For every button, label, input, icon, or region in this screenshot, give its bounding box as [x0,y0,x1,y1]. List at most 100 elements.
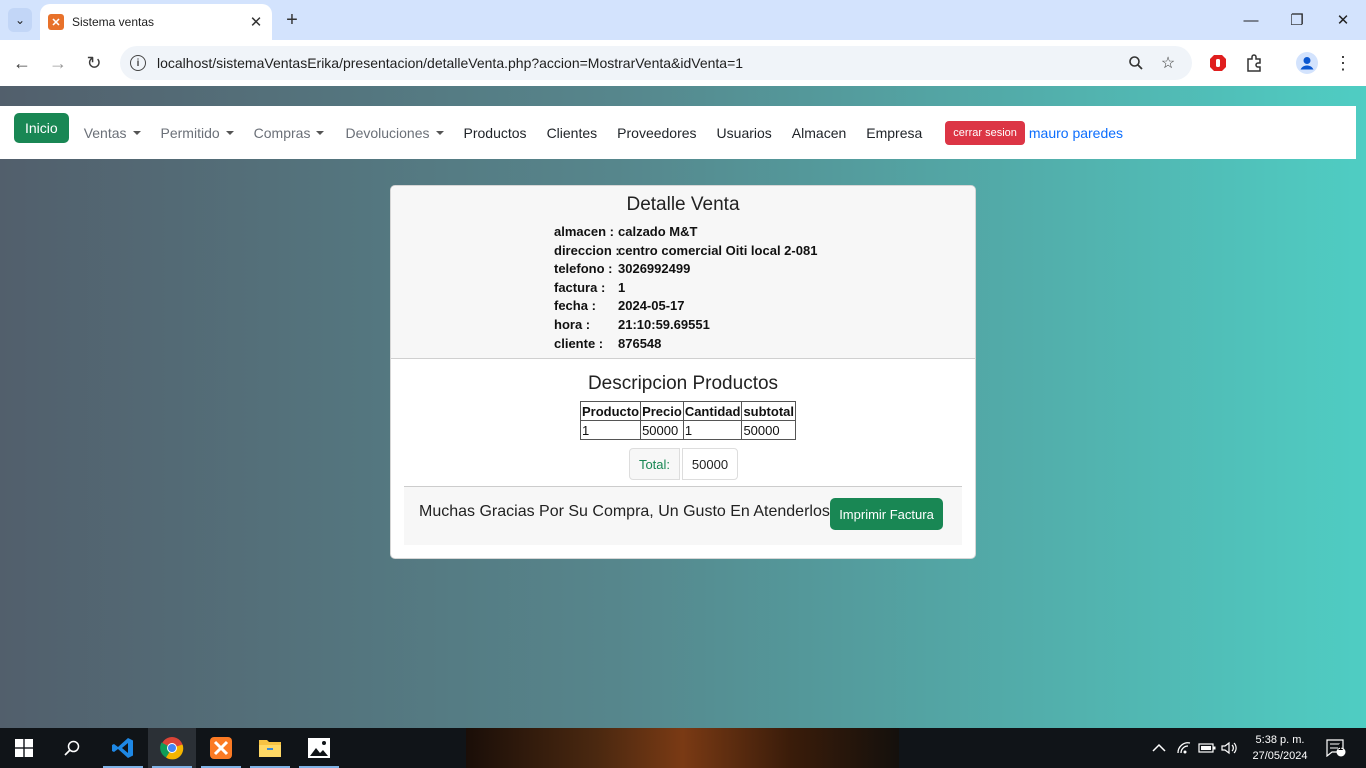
nav-almacen[interactable]: Almacen [792,125,846,141]
table-cell: 50000 [640,420,684,440]
file-explorer-icon[interactable] [246,728,294,768]
volume-icon[interactable] [1221,740,1239,756]
tab-search-chevron-icon[interactable]: ⌄ [8,8,32,32]
caret-down-icon [225,130,234,135]
browser-tab-bar: ⌄ ✕ Sistema ventas ✕ + — ❐ ✕ [0,0,1366,40]
info-row-factura: factura : 1 [554,280,817,299]
table-cell: 1 [579,420,642,440]
nav-compras-label: Compras [253,124,311,141]
browser-tab[interactable]: ✕ Sistema ventas ✕ [40,4,272,40]
products-title: Descripcion Productos [587,373,779,394]
extensions-puzzle-icon[interactable] [1243,52,1265,74]
nav-usuarios[interactable]: Usuarios [717,125,772,141]
xampp-icon[interactable] [197,728,245,768]
table-cell: 1 [682,420,743,440]
info-row-hora: hora : 21:10:59.69551 [554,317,817,336]
notification-count: 1 [1338,742,1344,752]
print-invoice-button[interactable]: Imprimir Factura [830,498,943,530]
reload-icon[interactable]: ↻ [78,47,110,79]
info-value: 21:10:59.69551 [618,316,710,332]
restore-icon[interactable]: ❐ [1274,4,1320,36]
info-label: hora : [554,316,591,332]
column-header: Precio [640,401,684,421]
info-value: 2024-05-17 [618,298,685,314]
nav-productos[interactable]: Productos [464,125,527,141]
column-header: subtotal [741,401,796,421]
system-clock[interactable]: 5:38 p. m. 27/05/2024 [1240,732,1320,764]
address-toolbar: ← → ↻ i localhost/sistemaVentasErika/pre… [0,40,1366,86]
windows-start-icon[interactable] [0,728,48,768]
info-label: cliente : [554,335,604,351]
main-navbar: Inicio Ventas Permitido Compras Devoluci… [0,106,1356,159]
chrome-menu-icon[interactable]: ⋮ [1332,52,1354,74]
info-value: 1 [618,279,626,295]
nav-empresa[interactable]: Empresa [866,125,922,141]
nav-compras[interactable]: Compras [254,125,325,141]
profile-avatar-icon[interactable] [1296,52,1318,74]
nav-permitido-label: Permitido [160,124,220,141]
sale-detail-card: Detalle Venta almacen : calzado M&T direc… [390,185,976,559]
user-link[interactable]: mauro paredes [1029,125,1123,141]
thanks-message: Muchas Gracias Por Su Compra, Un Gusto E… [419,503,830,520]
notifications-icon[interactable]: 1 [1325,739,1347,757]
info-label: telefono : [554,261,613,277]
photos-icon[interactable] [295,728,343,768]
clock-date: 27/05/2024 [1252,750,1308,762]
tab-title: Sistema ventas [72,15,155,29]
wifi-icon[interactable] [1175,740,1193,756]
total-value: 50000 [682,448,738,480]
nav-proveedores[interactable]: Proveedores [617,125,696,141]
card-footer: Muchas Gracias Por Su Compra, Un Gusto E… [404,486,962,545]
taskbar-background-image [466,728,899,768]
nav-ventas-label: Ventas [83,124,127,141]
nav-devoluciones-label: Devoluciones [345,124,430,141]
vscode-icon[interactable] [99,728,147,768]
new-tab-icon[interactable]: + [280,8,304,32]
info-label: fecha : [554,298,596,314]
page-background: Inicio Ventas Permitido Compras Devoluci… [0,86,1366,728]
caret-down-icon [132,130,141,135]
info-row-cliente: cliente : 876548 [554,336,817,355]
info-row-almacen: almacen : calzado M&T [554,224,817,243]
site-info-icon[interactable]: i [130,55,146,71]
caret-down-icon [435,130,444,135]
detail-title: Detalle Venta [626,194,740,215]
nav-ventas[interactable]: Ventas [84,125,141,141]
table-cell: 50000 [741,420,796,440]
omnibox[interactable]: i localhost/sistemaVentasErika/presentac… [120,46,1192,80]
info-label: factura : [554,279,606,295]
tab-close-icon[interactable]: ✕ [244,10,268,34]
info-label: direccion : [554,242,620,258]
chrome-icon[interactable] [148,728,196,768]
table-row: 1 50000 1 50000 [579,420,796,440]
info-row-direccion: direccion : centro comercial Oiti local 2… [554,243,817,262]
bookmark-star-icon[interactable]: ☆ [1156,51,1180,75]
clock-time: 5:38 p. m. [1255,734,1305,746]
caret-down-icon [316,130,325,135]
inicio-button[interactable]: Inicio [14,112,69,143]
info-value: centro comercial Oiti local 2-081 [618,242,818,258]
close-window-icon[interactable]: ✕ [1320,4,1366,36]
logout-button[interactable]: cerrar sesion [945,120,1025,145]
windows-taskbar: 5:38 p. m. 27/05/2024 1 [0,728,1366,768]
nav-permitido[interactable]: Permitido [161,125,234,141]
info-value: calzado M&T [618,224,698,239]
url-text[interactable]: localhost/sistemaVentasErika/presentacio… [157,55,743,71]
column-header: Producto [579,401,642,421]
nav-clientes[interactable]: Clientes [547,125,598,141]
back-arrow-icon[interactable]: ← [6,47,38,79]
adblock-extension-icon[interactable] [1207,52,1229,74]
total-label: Total: [629,448,680,480]
nav-devoluciones[interactable]: Devoluciones [345,124,444,141]
info-label: almacen : [554,224,614,239]
zoom-icon[interactable] [1124,51,1148,75]
info-row-telefono: telefono : 3026992499 [554,261,817,280]
search-icon[interactable] [48,728,96,768]
forward-arrow-icon[interactable]: → [42,47,74,79]
products-table: Producto Precio Cantidad subtotal 1 5000… [579,401,796,440]
minimize-icon[interactable]: — [1228,4,1274,36]
table-header-row: Producto Precio Cantidad subtotal [579,401,796,421]
battery-icon[interactable] [1198,740,1216,756]
info-value: 3026992499 [618,261,691,277]
chevron-up-icon[interactable] [1150,740,1168,756]
